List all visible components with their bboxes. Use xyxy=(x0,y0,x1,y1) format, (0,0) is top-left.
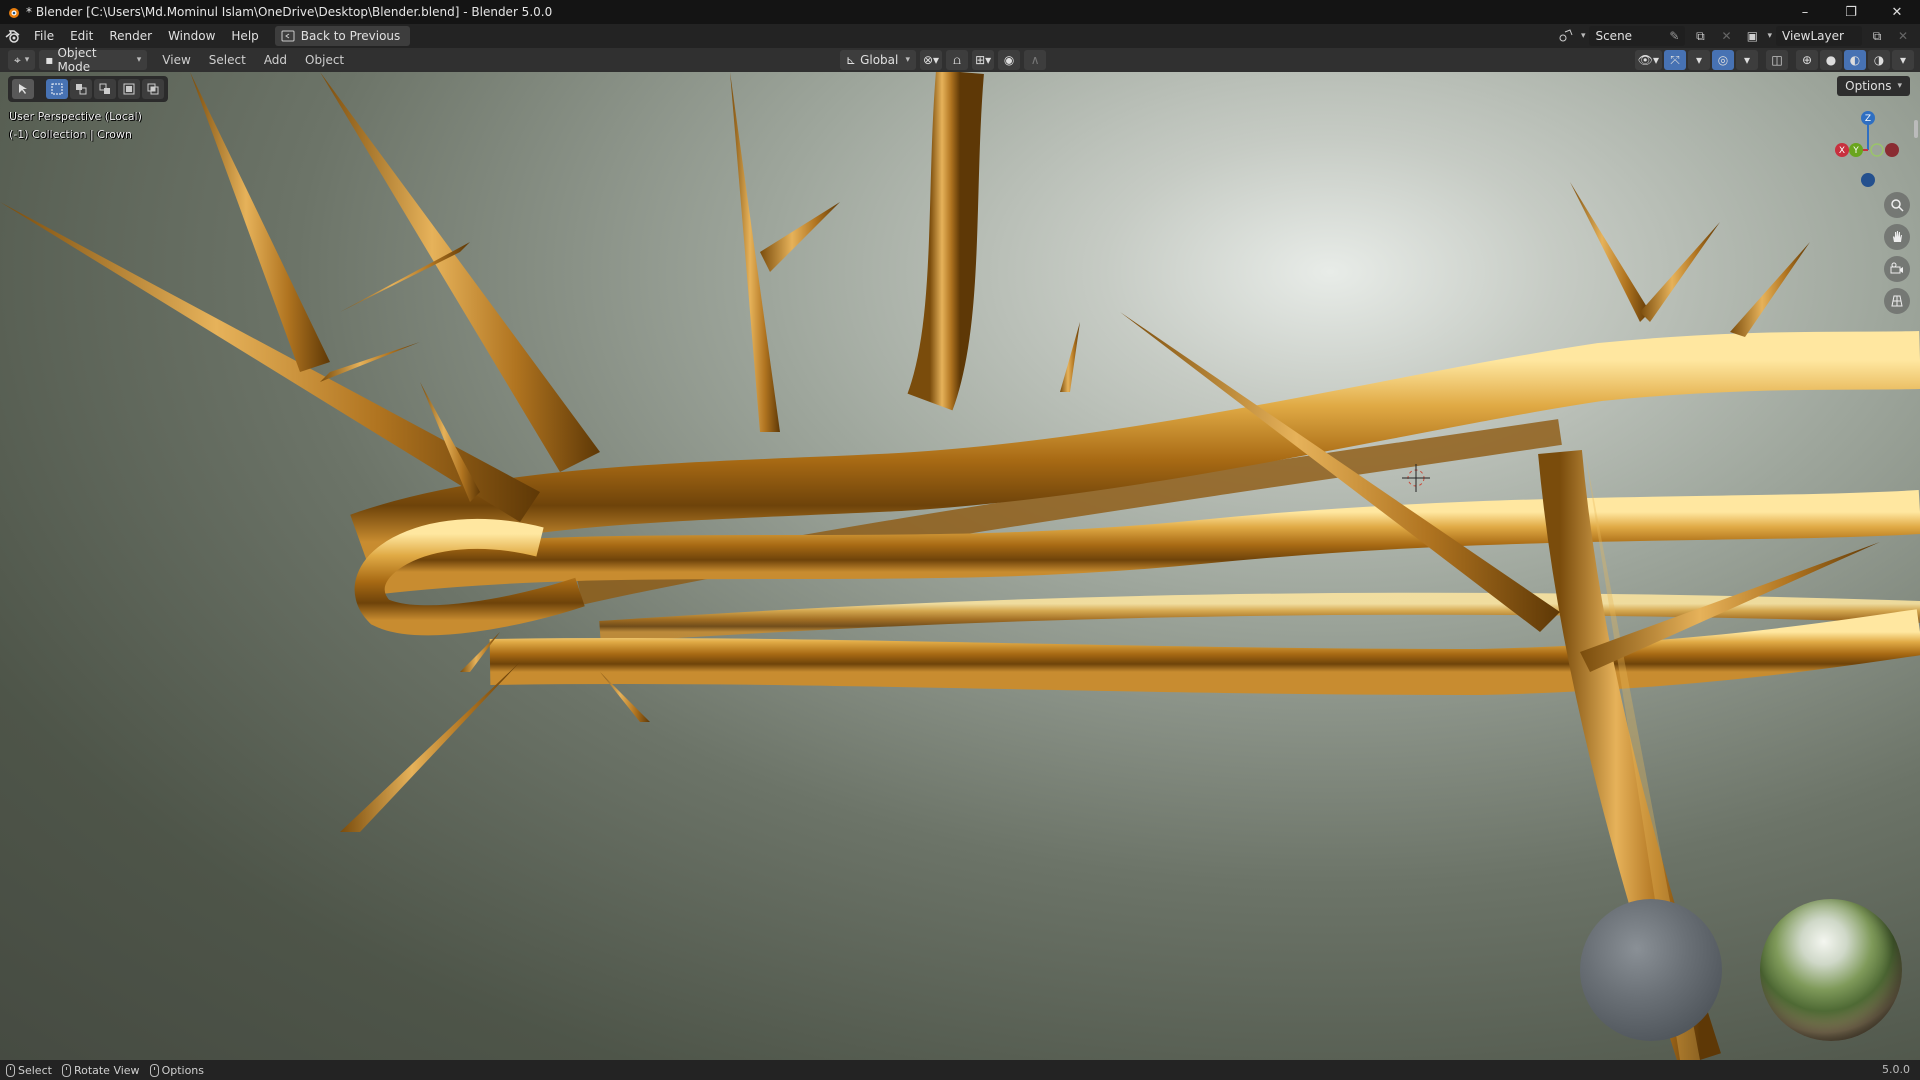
title-bar: * Blender [C:\Users\Md.Mominul Islam\One… xyxy=(0,0,1920,24)
new-view-layer-icon[interactable]: ⧉ xyxy=(1866,26,1888,46)
view-layer-name: ViewLayer xyxy=(1782,29,1844,43)
perspective-grid-icon[interactable] xyxy=(1884,288,1910,314)
close-button[interactable]: ✕ xyxy=(1874,0,1920,24)
minimize-button[interactable]: – xyxy=(1782,0,1828,24)
camera-view-icon[interactable] xyxy=(1884,256,1910,282)
viewport-options-button[interactable]: Options ▾ xyxy=(1837,76,1910,96)
select-subtract-icon[interactable] xyxy=(94,79,116,99)
blender-app-icon xyxy=(4,3,22,21)
navigation-buttons xyxy=(1884,192,1910,314)
viewport-header: ⌖ ▾ ▪ Object Mode ▾ View Select Add Objec… xyxy=(0,46,1920,74)
wireframe-shading-icon[interactable]: ⊕ xyxy=(1796,50,1818,70)
transform-orientation-dropdown[interactable]: ⊾ Global ▾ xyxy=(840,50,916,70)
status-bar: Select Rotate View Options 5.0.0 xyxy=(0,1060,1920,1080)
shading-options-caret-icon[interactable]: ▾ xyxy=(1892,50,1914,70)
snap-toggle-icon[interactable]: ⩍ xyxy=(946,50,969,70)
mouse-middle-icon xyxy=(61,1063,71,1077)
object-mode-dropdown[interactable]: ▪ Object Mode ▾ xyxy=(39,46,148,74)
status-options-label: Options xyxy=(161,1063,205,1077)
zoom-magnifier-icon[interactable] xyxy=(1884,192,1910,218)
object-mode-icon: ▪ xyxy=(45,53,54,67)
pan-hand-icon[interactable] xyxy=(1884,224,1910,250)
status-options: Options xyxy=(149,1063,205,1077)
viewport-menu-object[interactable]: Object xyxy=(296,53,353,67)
back-to-previous-label: Back to Previous xyxy=(300,29,401,43)
scene-field[interactable]: Scene ✎ xyxy=(1589,26,1686,46)
view-layer-field[interactable]: ViewLayer xyxy=(1776,26,1862,46)
editor-type-dropdown[interactable]: ⌖ ▾ xyxy=(8,50,36,70)
menu-window[interactable]: Window xyxy=(160,24,223,48)
mouse-left-icon xyxy=(6,1063,15,1077)
select-extend-icon[interactable] xyxy=(70,79,92,99)
scene-dropdown-caret-icon[interactable]: ▾ xyxy=(1581,31,1586,41)
3d-viewport-icon: ⌖ xyxy=(14,52,21,67)
status-rotate-view: Rotate View xyxy=(61,1063,140,1077)
material-preview-shading-icon[interactable]: ◐ xyxy=(1844,50,1866,70)
gizmo-x-label: X xyxy=(1839,146,1845,156)
orientation-axes-icon: ⊾ xyxy=(846,53,857,67)
status-rotate-label: Rotate View xyxy=(73,1063,140,1077)
options-caret-icon: ▾ xyxy=(1897,81,1902,91)
material-preview-sphere xyxy=(1580,899,1722,1041)
select-box-icon[interactable] xyxy=(46,79,68,99)
gizmo-toggle-icon[interactable]: ⤧ xyxy=(1664,50,1686,70)
overlays-toggle-icon[interactable]: ◎ xyxy=(1712,50,1734,70)
menu-file[interactable]: File xyxy=(26,24,62,48)
maximize-button[interactable]: ❐ xyxy=(1828,0,1874,24)
proportional-falloff-icon[interactable]: ∧ xyxy=(1024,50,1047,70)
xray-toggle-icon[interactable]: ◫ xyxy=(1766,50,1788,70)
delete-scene-icon[interactable]: ✕ xyxy=(1715,26,1737,46)
overlays-dropdown-caret-icon[interactable]: ▾ xyxy=(1736,50,1758,70)
back-screen-icon xyxy=(281,30,295,42)
delete-view-layer-icon[interactable]: ✕ xyxy=(1892,26,1914,46)
new-scene-icon[interactable]: ⧉ xyxy=(1689,26,1711,46)
back-to-previous-button[interactable]: Back to Previous xyxy=(274,26,411,46)
gizmo-z-label: Z xyxy=(1865,114,1871,124)
view-layer-caret-icon[interactable]: ▾ xyxy=(1767,31,1772,41)
status-select-label: Select xyxy=(18,1063,52,1077)
proportional-editing-icon[interactable]: ◉ xyxy=(998,50,1021,70)
hdri-preview-sphere xyxy=(1760,899,1902,1041)
window-title: * Blender [C:\Users\Md.Mominul Islam\One… xyxy=(26,5,553,19)
pivot-point-button[interactable]: ⊗▾ xyxy=(920,50,943,70)
gizmo-neg-z-axis[interactable] xyxy=(1861,173,1875,187)
scene-name: Scene xyxy=(1595,29,1633,43)
mouse-right-icon xyxy=(149,1063,159,1077)
viewport-menu-view[interactable]: View xyxy=(153,53,199,67)
scene-type-icon[interactable] xyxy=(1555,26,1577,46)
select-invert-icon[interactable] xyxy=(118,79,140,99)
visibility-eye-icon[interactable]: 👁▾ xyxy=(1634,50,1662,70)
collection-label: (-1) Collection | Crown xyxy=(9,128,132,141)
top-menu-bar: File Edit Render Window Help Back to Pre… xyxy=(0,24,1920,48)
select-intersect-icon[interactable] xyxy=(142,79,164,99)
select-tool-icon[interactable] xyxy=(12,79,34,99)
viewport-menu-add[interactable]: Add xyxy=(255,53,296,67)
viewport-scrollbar[interactable] xyxy=(1914,120,1918,138)
viewport-options-label: Options xyxy=(1845,79,1892,93)
menu-edit[interactable]: Edit xyxy=(62,24,101,48)
view-layer-icon[interactable]: ▣ xyxy=(1741,26,1763,46)
gizmo-y-label: Y xyxy=(1852,146,1859,156)
menu-help[interactable]: Help xyxy=(223,24,266,48)
gizmo-neg-x-axis[interactable] xyxy=(1885,143,1899,157)
blender-version: 5.0.0 xyxy=(1882,1063,1910,1076)
navigation-gizmo[interactable]: Z Y X xyxy=(1826,108,1906,188)
pin-icon[interactable]: ✎ xyxy=(1669,29,1679,43)
3d-cursor-icon xyxy=(1402,464,1430,492)
status-select: Select xyxy=(6,1063,52,1077)
perspective-label: User Perspective (Local) xyxy=(9,110,142,123)
gizmo-dropdown-caret-icon[interactable]: ▾ xyxy=(1688,50,1710,70)
gizmo-neg-y-axis[interactable] xyxy=(1870,143,1884,157)
selection-mode-toolbar xyxy=(8,76,168,102)
snap-target-button[interactable]: ⊞▾ xyxy=(972,50,995,70)
blender-logo-icon[interactable] xyxy=(0,24,26,48)
solid-shading-icon[interactable]: ● xyxy=(1820,50,1842,70)
viewport-info-overlay: User Perspective (Local) (-1) Collection… xyxy=(9,108,142,144)
3d-viewport[interactable]: User Perspective (Local) (-1) Collection… xyxy=(0,72,1920,1060)
transform-orientation-label: Global xyxy=(860,53,899,67)
rendered-shading-icon[interactable]: ◑ xyxy=(1868,50,1890,70)
viewport-menu-select[interactable]: Select xyxy=(200,53,255,67)
object-mode-label: Object Mode xyxy=(57,46,97,74)
menu-render[interactable]: Render xyxy=(101,24,160,48)
